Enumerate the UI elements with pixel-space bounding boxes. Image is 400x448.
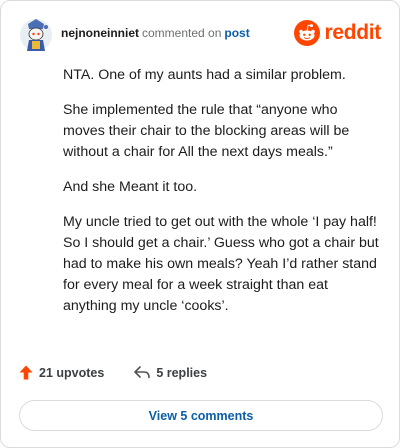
comment-paragraph: My uncle tried to get out with the whole… xyxy=(63,214,379,314)
upvotes-count: 21 upvotes xyxy=(39,365,105,380)
username-link[interactable]: nejnoneinniet xyxy=(61,26,139,40)
reddit-wordmark: reddit xyxy=(324,21,381,44)
replies-stat[interactable]: 5 replies xyxy=(134,366,207,380)
reddit-logo[interactable]: reddit xyxy=(294,17,381,49)
comment-body: NTA. One of my aunts had a similar probl… xyxy=(63,65,383,331)
comment-card: nejnoneinniet commented on post reddit N… xyxy=(0,0,400,448)
post-link[interactable]: post xyxy=(224,26,249,40)
upvotes-stat[interactable]: 21 upvotes xyxy=(19,365,104,380)
reddit-snoo-icon xyxy=(294,20,321,46)
action-text: commented on xyxy=(142,26,222,40)
user-avatar[interactable] xyxy=(19,17,53,53)
view-comments-button[interactable]: View 5 comments xyxy=(19,400,383,431)
comment-paragraph: She implemented the rule that “anyone wh… xyxy=(63,102,350,160)
comment-header: nejnoneinniet commented on post reddit xyxy=(19,17,381,53)
comment-byline: nejnoneinniet commented on post xyxy=(61,13,250,41)
reply-arrow-icon xyxy=(134,366,151,379)
comment-paragraph: NTA. One of my aunts had a similar probl… xyxy=(63,67,346,83)
upvote-arrow-icon xyxy=(19,365,33,380)
comment-footer: 21 upvotes 5 replies xyxy=(19,365,207,380)
replies-count: 5 replies xyxy=(156,365,208,380)
comment-paragraph: And she Meant it too. xyxy=(63,179,198,195)
